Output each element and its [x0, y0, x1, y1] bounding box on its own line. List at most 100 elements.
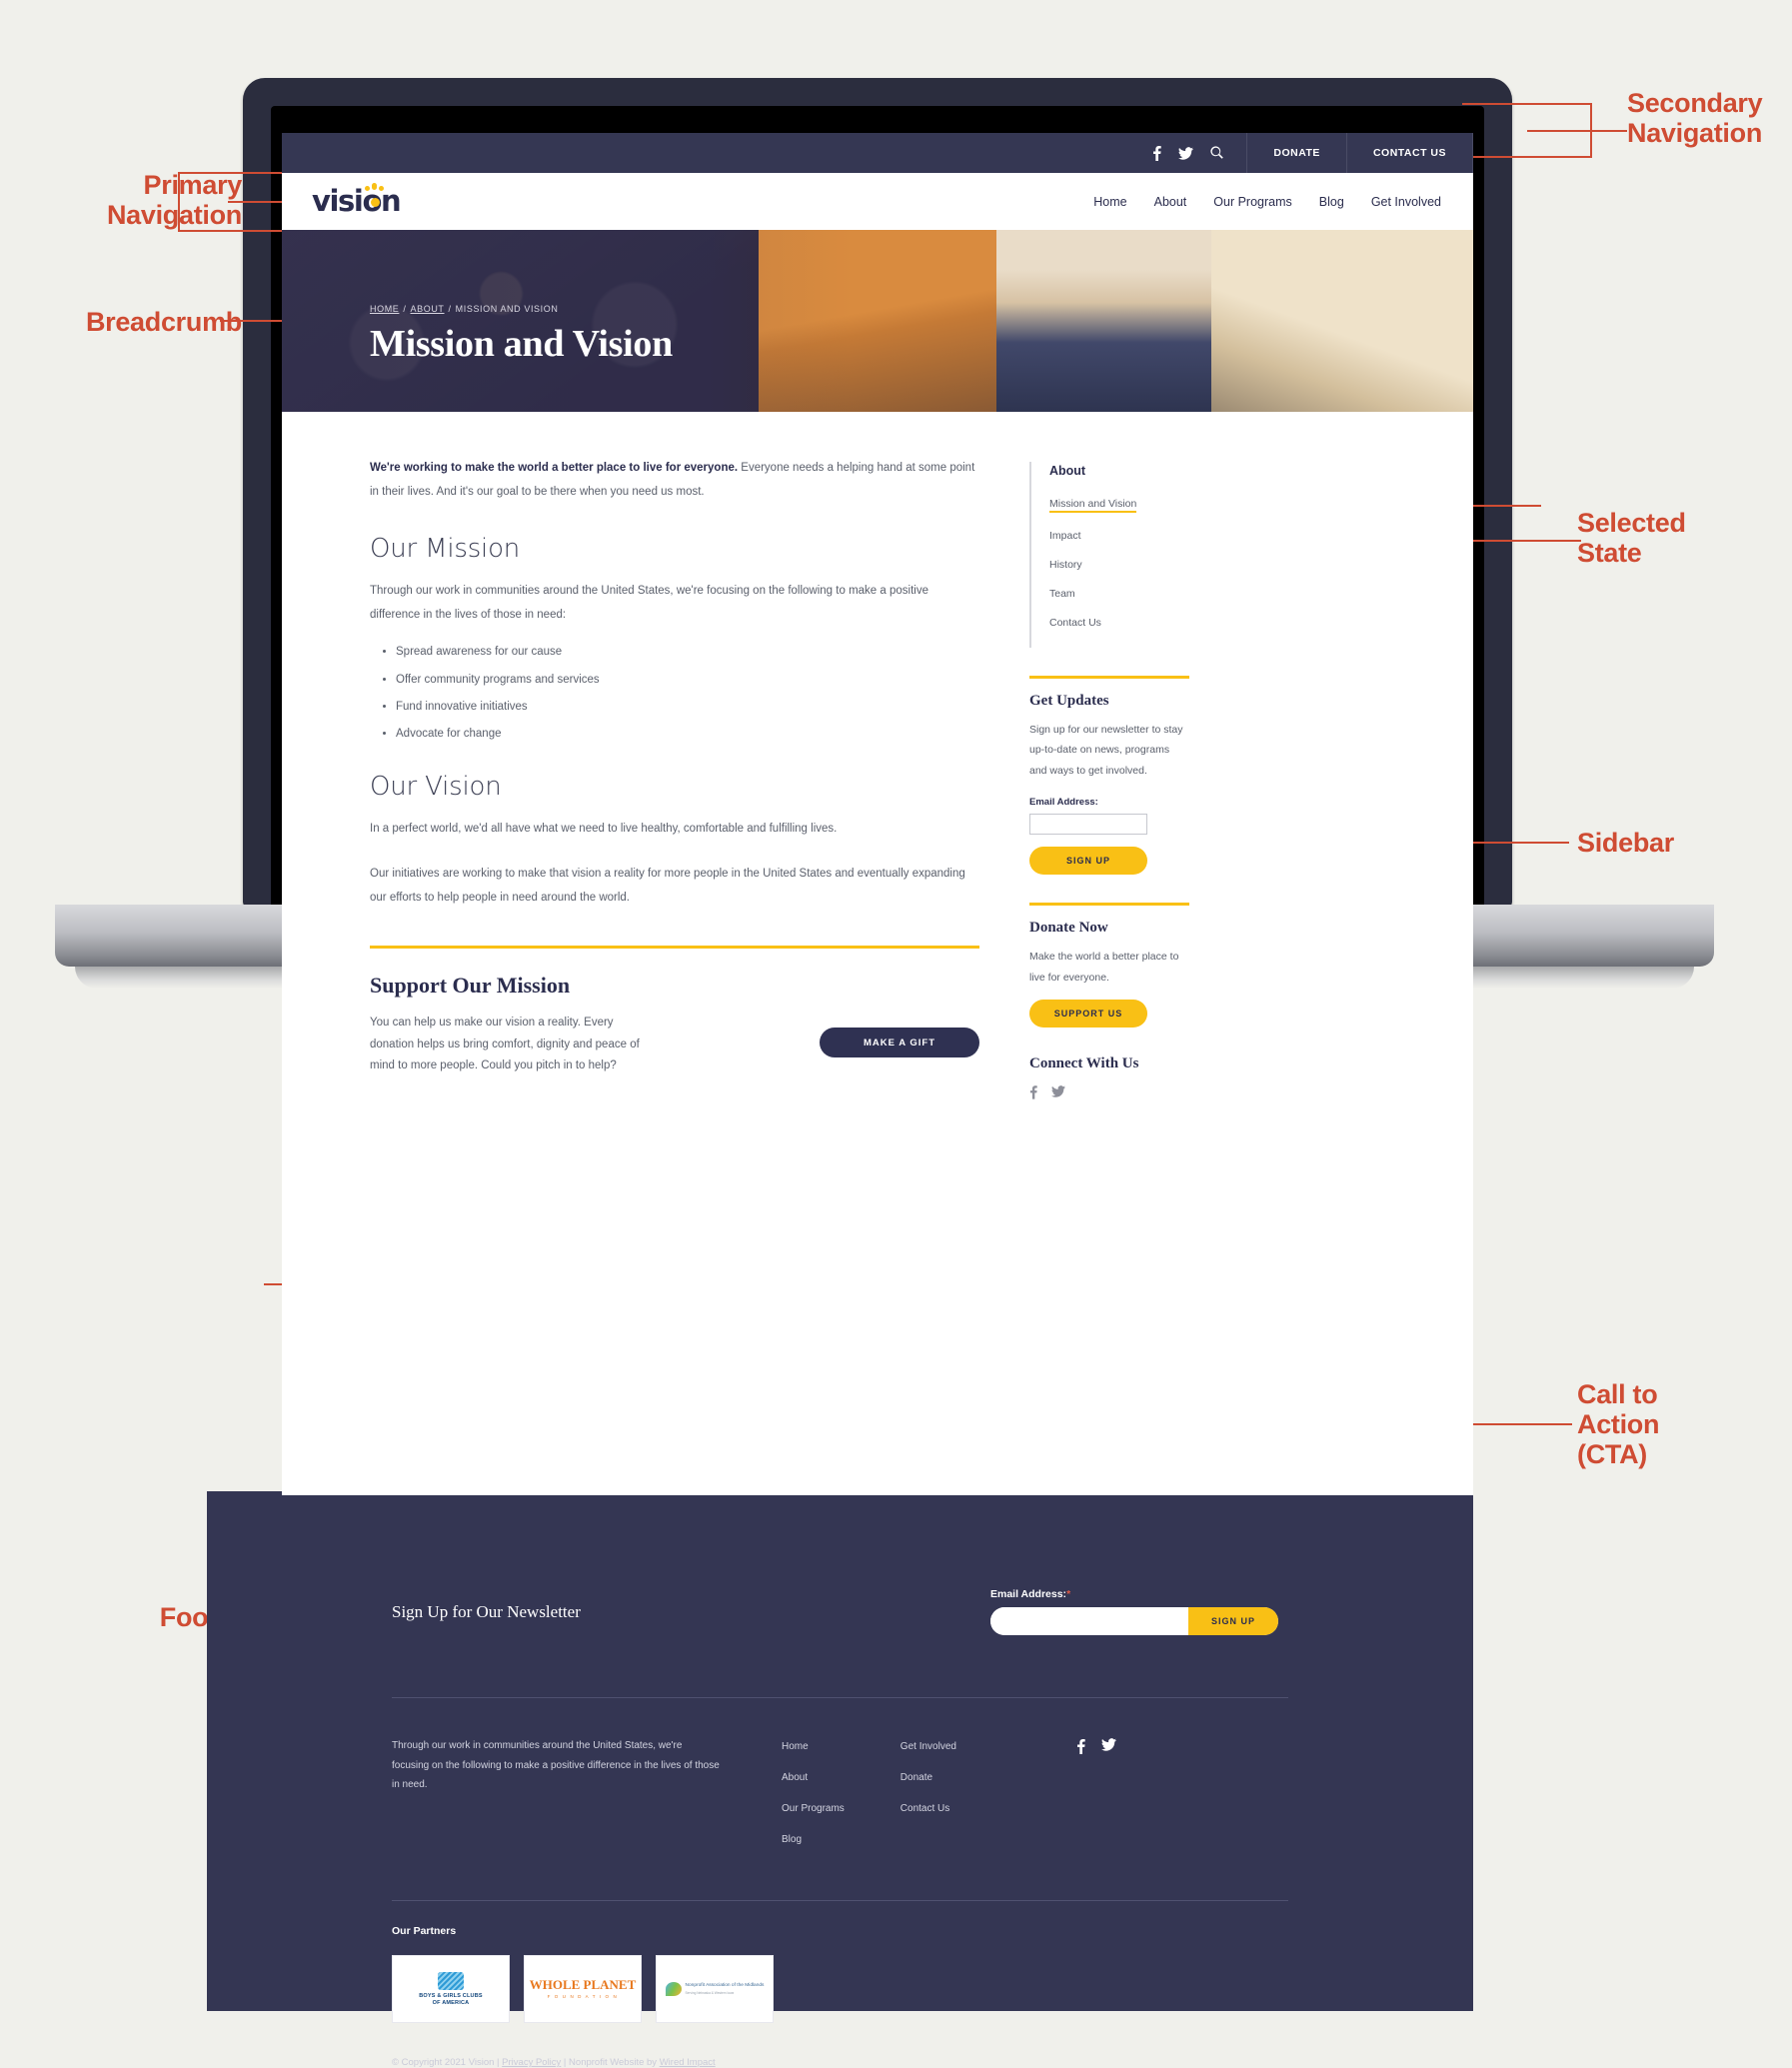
- sidebar-item-impact[interactable]: Impact: [1049, 530, 1189, 542]
- footer-link-donate[interactable]: Donate: [900, 1772, 932, 1783]
- our-partners-heading: Our Partners: [392, 1925, 457, 1937]
- site-logo[interactable]: vision: [312, 183, 402, 216]
- privacy-policy-link[interactable]: Privacy Policy: [502, 2057, 561, 2068]
- sidebar-item-mission-and-vision[interactable]: Mission and Vision: [1049, 498, 1137, 513]
- breadcrumb-separator: /: [448, 304, 452, 314]
- partner-logo-boys-girls-clubs[interactable]: BOYS & GIRLS CLUBS OF AMERICA: [392, 1955, 510, 2023]
- copyright-line: © Copyright 2021 Vision | Privacy Policy…: [207, 2023, 1473, 2068]
- twitter-icon[interactable]: [1100, 1738, 1116, 1860]
- facebook-icon[interactable]: [1029, 1084, 1037, 1104]
- nav-item-about[interactable]: About: [1154, 195, 1187, 209]
- copyright-middle: | Nonprofit Website by: [561, 2057, 660, 2068]
- list-item: Advocate for change: [396, 727, 979, 741]
- annotation-leader-secondary-navigation: [1527, 130, 1627, 132]
- partner-name: WHOLE PLANET: [529, 1977, 637, 1993]
- partner-sub: Serving Nebraska & Western Iowa: [685, 1991, 735, 1996]
- wired-impact-link[interactable]: Wired Impact: [660, 2057, 716, 2068]
- sidebar-item-history[interactable]: History: [1049, 559, 1189, 571]
- facebook-icon[interactable]: [1152, 145, 1162, 161]
- support-us-button[interactable]: SUPPORT US: [1029, 1000, 1147, 1029]
- vision-paragraph-1: In a perfect world, we'd all have what w…: [370, 822, 838, 835]
- annotation-call-to-action: Call to Action (CTA): [1577, 1379, 1660, 1470]
- primary-nav-links: Home About Our Programs Blog Get Involve…: [1093, 195, 1441, 209]
- breadcrumb-item-about[interactable]: ABOUT: [411, 304, 445, 314]
- footer-partners: Our Partners BOYS & GIRLS CLUBS OF AMERIC…: [207, 1901, 1473, 2023]
- sidebar-connect-with-us: Connect With Us: [1029, 1055, 1189, 1104]
- footer-link-home[interactable]: Home: [782, 1741, 809, 1752]
- secondary-nav-donate[interactable]: DONATE: [1246, 133, 1346, 173]
- sidebar-sign-up-button[interactable]: SIGN UP: [1029, 847, 1147, 876]
- nonprofit-association-mark: [665, 1982, 682, 1996]
- partner-sub: OF AMERICA: [432, 1999, 470, 2006]
- list-item: Offer community programs and services: [396, 673, 979, 687]
- footer-link-about[interactable]: About: [782, 1772, 808, 1783]
- mission-bullet-list: Spread awareness for our cause Offer com…: [396, 645, 979, 742]
- vision-paragraph-2: Our initiatives are working to make that…: [370, 868, 965, 904]
- our-mission-heading: Our Mission: [370, 534, 521, 565]
- search-icon[interactable]: [1210, 146, 1224, 160]
- cta-email-input[interactable]: [990, 1607, 1188, 1635]
- sidebar-email-input[interactable]: [1029, 814, 1147, 836]
- partner-name: Nonprofit Association of the Midlands: [685, 1982, 765, 1988]
- facebook-icon[interactable]: [1076, 1738, 1085, 1860]
- annotation-leader-primary-navigation: [228, 201, 284, 203]
- footer-link-contact-us[interactable]: Contact Us: [900, 1803, 949, 1814]
- primary-navigation: vision Home About Our Programs Blog Get …: [282, 173, 1473, 230]
- secondary-navigation: DONATE CONTACT US: [282, 133, 1473, 173]
- annotation-secondary-navigation: Secondary Navigation: [1627, 88, 1763, 149]
- footer-links-column-2: Get Involved Donate Contact Us: [900, 1736, 956, 1860]
- logo-dot-1: [365, 186, 370, 191]
- donate-now-heading: Donate Now: [1029, 920, 1108, 937]
- support-text: You can help us make our vision a realit…: [370, 1017, 640, 1071]
- cta-title: Sign Up for Our Newsletter: [392, 1601, 581, 1621]
- twitter-icon[interactable]: [1178, 146, 1194, 160]
- email-field-label: Email Address:: [1029, 797, 1098, 809]
- partner-logo-nonprofit-association-of-the-midlands[interactable]: Nonprofit Association of the Midlands Ser…: [656, 1955, 774, 2023]
- breadcrumb-item-current: MISSION AND VISION: [455, 304, 559, 314]
- copyright-prefix: © Copyright 2021 Vision |: [392, 2057, 503, 2068]
- get-updates-heading: Get Updates: [1029, 693, 1109, 709]
- yellow-divider: [1029, 903, 1189, 907]
- sidebar-nav-heading: About: [1049, 464, 1086, 478]
- yellow-divider: [1029, 676, 1189, 679]
- footer-link-get-involved[interactable]: Get Involved: [900, 1741, 956, 1752]
- nav-item-get-involved[interactable]: Get Involved: [1371, 195, 1441, 209]
- make-a-gift-button[interactable]: MAKE A GIFT: [820, 1028, 979, 1058]
- lede-bold: We're working to make the world a better…: [370, 462, 739, 474]
- hero-banner: HOME / ABOUT / MISSION AND VISION Mission an…: [282, 230, 1473, 412]
- secondary-nav-contact-us[interactable]: CONTACT US: [1345, 133, 1473, 173]
- boys-girls-clubs-mark: [438, 1971, 464, 1990]
- lede-paragraph: We're working to make the world a better…: [370, 457, 979, 504]
- breadcrumb-item-home[interactable]: HOME: [370, 304, 399, 314]
- logo-dot-3: [379, 186, 384, 191]
- footer-social: [1076, 1736, 1116, 1860]
- sidebar-donate-now: Donate Now Make the world a better place…: [1029, 903, 1189, 1029]
- main-column: We're working to make the world a better…: [370, 457, 979, 1104]
- partner-logo-whole-planet-foundation[interactable]: WHOLE PLANET F O U N D A T I O N: [524, 1955, 642, 2023]
- website-viewport: DONATE CONTACT US vision Home About Our …: [282, 133, 1473, 1495]
- cta-sign-up-button[interactable]: SIGN UP: [1188, 1607, 1278, 1635]
- page-title: Mission and Vision: [370, 323, 673, 365]
- logo-dot-2: [372, 183, 377, 190]
- connect-with-us-heading: Connect With Us: [1029, 1055, 1139, 1072]
- sidebar-item-team[interactable]: Team: [1049, 588, 1189, 600]
- cta-email-label-text: Email Address:: [990, 1588, 1067, 1600]
- nav-item-our-programs[interactable]: Our Programs: [1213, 195, 1292, 209]
- page-content: We're working to make the world a better…: [282, 412, 1473, 1104]
- logo-dot-4: [371, 198, 380, 207]
- footer-link-blog[interactable]: Blog: [782, 1834, 802, 1845]
- cta-form: Email Address:* SIGN UP: [990, 1588, 1278, 1635]
- footer-link-our-programs[interactable]: Our Programs: [782, 1803, 845, 1814]
- sidebar: About Mission and Vision Impact History …: [1029, 457, 1189, 1104]
- annotation-breadcrumb: Breadcrumb: [85, 307, 242, 337]
- nav-item-home[interactable]: Home: [1093, 195, 1126, 209]
- sidebar-item-contact-us[interactable]: Contact Us: [1049, 617, 1189, 629]
- list-item: Spread awareness for our cause: [396, 645, 979, 659]
- newsletter-cta: Sign Up for Our Newsletter Email Address…: [207, 1491, 1473, 1635]
- twitter-icon[interactable]: [1051, 1084, 1065, 1104]
- sidebar-get-updates: Get Updates Sign up for our newsletter t…: [1029, 676, 1189, 876]
- nav-item-blog[interactable]: Blog: [1319, 195, 1344, 209]
- donate-now-text: Make the world a better place to live fo…: [1029, 951, 1179, 984]
- breadcrumb-separator: /: [403, 304, 407, 314]
- footer-about-text: Through our work in communities around t…: [392, 1740, 720, 1790]
